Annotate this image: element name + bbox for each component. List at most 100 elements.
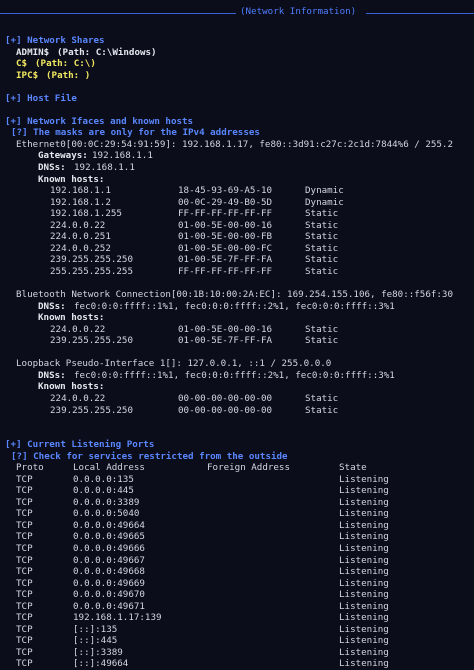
port-proto: TCP bbox=[16, 496, 33, 508]
host-ip: 224.0.0.22 bbox=[50, 323, 106, 335]
port-row: TCP 192.168.1.17:139 Listening bbox=[0, 612, 474, 624]
port-state: Listening bbox=[339, 623, 389, 635]
host-mac: 01-00-5E-00-00-16 bbox=[178, 323, 273, 335]
port-proto: TCP bbox=[16, 554, 33, 566]
adapter-field-label: Gateways: bbox=[38, 150, 88, 162]
port-row: TCP 0.0.0.0:3389 Listening bbox=[0, 497, 474, 509]
host-ip: 224.0.0.22 bbox=[50, 219, 106, 231]
host-row: 224.0.0.22 00-00-00-00-00-00 Static bbox=[0, 393, 474, 405]
host-type: Dynamic bbox=[305, 196, 344, 208]
ports-header-row: Proto Local Address Foreign Address Stat… bbox=[0, 462, 474, 474]
ifaces-note-row: [?] The masks are only for the IPv4 addr… bbox=[0, 127, 474, 139]
share-row: C$ (Path: C:\) bbox=[0, 58, 474, 70]
port-local: [::]:3389 bbox=[73, 646, 123, 658]
port-state: Listening bbox=[339, 577, 389, 589]
port-state: Listening bbox=[339, 531, 389, 543]
terminal-window[interactable]: (Network Information) [+] Network Shares… bbox=[0, 0, 474, 670]
host-mac: 01-00-5E-7F-FF-FA bbox=[178, 335, 273, 347]
port-state: Listening bbox=[339, 635, 389, 647]
port-state: Listening bbox=[339, 566, 389, 578]
port-local: 0.0.0.0:49666 bbox=[73, 542, 145, 554]
port-proto: TCP bbox=[16, 589, 33, 601]
host-ip: 239.255.255.250 bbox=[50, 254, 133, 266]
col-local-address: Local Address bbox=[73, 462, 145, 474]
host-ip: 192.168.1.255 bbox=[50, 208, 122, 220]
ports-note: [?] Check for services restricted from t… bbox=[11, 450, 288, 462]
host-row: 239.255.255.250 01-00-5E-7F-FF-FA Static bbox=[0, 254, 474, 266]
port-proto: TCP bbox=[16, 531, 33, 543]
col-proto: Proto bbox=[16, 462, 44, 474]
host-row: 224.0.0.22 01-00-5E-00-00-16 Static bbox=[0, 220, 474, 232]
port-proto: TCP bbox=[16, 566, 33, 578]
adapter-field-value: 192.168.1.1 bbox=[74, 162, 135, 174]
port-proto: TCP bbox=[16, 600, 33, 612]
port-state: Listening bbox=[339, 473, 389, 485]
host-ip: 192.168.1.2 bbox=[50, 196, 111, 208]
known-hosts-label: Known hosts: bbox=[38, 173, 105, 185]
shares-heading: [+] Network Shares bbox=[5, 35, 105, 46]
host-row: 224.0.0.252 01-00-5E-00-00-FC Static bbox=[0, 243, 474, 255]
port-state: Listening bbox=[339, 589, 389, 601]
share-path: (Path: C:\) bbox=[35, 58, 96, 70]
port-local: 0.0.0.0:49664 bbox=[73, 519, 145, 531]
col-state: State bbox=[339, 462, 367, 474]
port-local: 0.0.0.0:135 bbox=[73, 473, 134, 485]
host-row: 192.168.1.1 18-45-93-69-A5-10 Dynamic bbox=[0, 185, 474, 197]
port-proto: TCP bbox=[16, 508, 33, 520]
host-mac: 00-00-00-00-00-00 bbox=[178, 392, 273, 404]
port-state: Listening bbox=[339, 496, 389, 508]
adapter-field-value: fec0:0:0:ffff::1%1, fec0:0:0:ffff::2%1, … bbox=[74, 369, 395, 381]
host-type: Static bbox=[305, 265, 339, 277]
section-title: (Network Information) bbox=[240, 6, 357, 17]
host-type: Static bbox=[305, 392, 339, 404]
port-state: Listening bbox=[339, 485, 389, 497]
host-mac: 01-00-5E-7F-FF-FA bbox=[178, 254, 273, 266]
host-mac: 01-00-5E-00-00-16 bbox=[178, 219, 273, 231]
port-state: Listening bbox=[339, 658, 389, 670]
host-row: 192.168.1.255 FF-FF-FF-FF-FF-FF Static bbox=[0, 208, 474, 220]
host-file-heading-row: [+] Host File bbox=[0, 93, 474, 105]
port-local: 0.0.0.0:49671 bbox=[73, 600, 145, 612]
port-local: [::]:445 bbox=[73, 635, 118, 647]
port-state: Listening bbox=[339, 612, 389, 624]
port-row: TCP 0.0.0.0:49665 Listening bbox=[0, 531, 474, 543]
port-row: TCP 0.0.0.0:49668 Listening bbox=[0, 566, 474, 578]
known-hosts-label-row: Known hosts: bbox=[0, 174, 474, 186]
port-row: TCP [::]:3389 Listening bbox=[0, 647, 474, 659]
adapter-field-label: DNSs: bbox=[38, 300, 66, 312]
host-type: Static bbox=[305, 404, 339, 416]
port-proto: TCP bbox=[16, 658, 33, 670]
port-local: 0.0.0.0:49669 bbox=[73, 577, 145, 589]
port-local: 192.168.1.17:139 bbox=[73, 612, 162, 624]
adapter-field-row: Gateways: 192.168.1.1 bbox=[0, 150, 474, 162]
port-local: 0.0.0.0:49665 bbox=[73, 531, 145, 543]
port-local: [::]:135 bbox=[73, 623, 118, 635]
host-row: 239.255.255.250 00-00-00-00-00-00 Static bbox=[0, 405, 474, 417]
adapter-field-row: DNSs: fec0:0:0:ffff::1%1, fec0:0:0:ffff:… bbox=[0, 370, 474, 382]
host-type: Static bbox=[305, 323, 339, 335]
host-row: 224.0.0.22 01-00-5E-00-00-16 Static bbox=[0, 324, 474, 336]
adapter-line-row: Bluetooth Network Connection[00:1B:10:00… bbox=[0, 289, 474, 301]
adapter-field-value: 192.168.1.1 bbox=[92, 150, 153, 162]
port-row: TCP 0.0.0.0:5040 Listening bbox=[0, 508, 474, 520]
port-local: 0.0.0.0:445 bbox=[73, 485, 134, 497]
adapter-field-label: DNSs: bbox=[38, 369, 66, 381]
title-rule-left bbox=[0, 13, 236, 14]
host-mac: 01-00-5E-00-00-FC bbox=[178, 242, 273, 254]
ifaces-heading: [+] Network Ifaces and known hosts bbox=[5, 115, 194, 127]
host-type: Dynamic bbox=[305, 185, 344, 197]
port-state: Listening bbox=[339, 646, 389, 658]
port-local: 0.0.0.0:49670 bbox=[73, 589, 145, 601]
port-row: TCP 0.0.0.0:49670 Listening bbox=[0, 589, 474, 601]
port-state: Listening bbox=[339, 519, 389, 531]
title-rule-right bbox=[366, 13, 474, 14]
adapter-line: Bluetooth Network Connection[00:1B:10:00… bbox=[16, 289, 453, 301]
section-title-bar: (Network Information) bbox=[0, 6, 474, 20]
host-row: 255.255.255.255 FF-FF-FF-FF-FF-FF Static bbox=[0, 266, 474, 278]
port-local: 0.0.0.0:5040 bbox=[73, 508, 140, 520]
host-ip: 224.0.0.252 bbox=[50, 242, 111, 254]
share-name: IPC$ bbox=[16, 69, 39, 81]
